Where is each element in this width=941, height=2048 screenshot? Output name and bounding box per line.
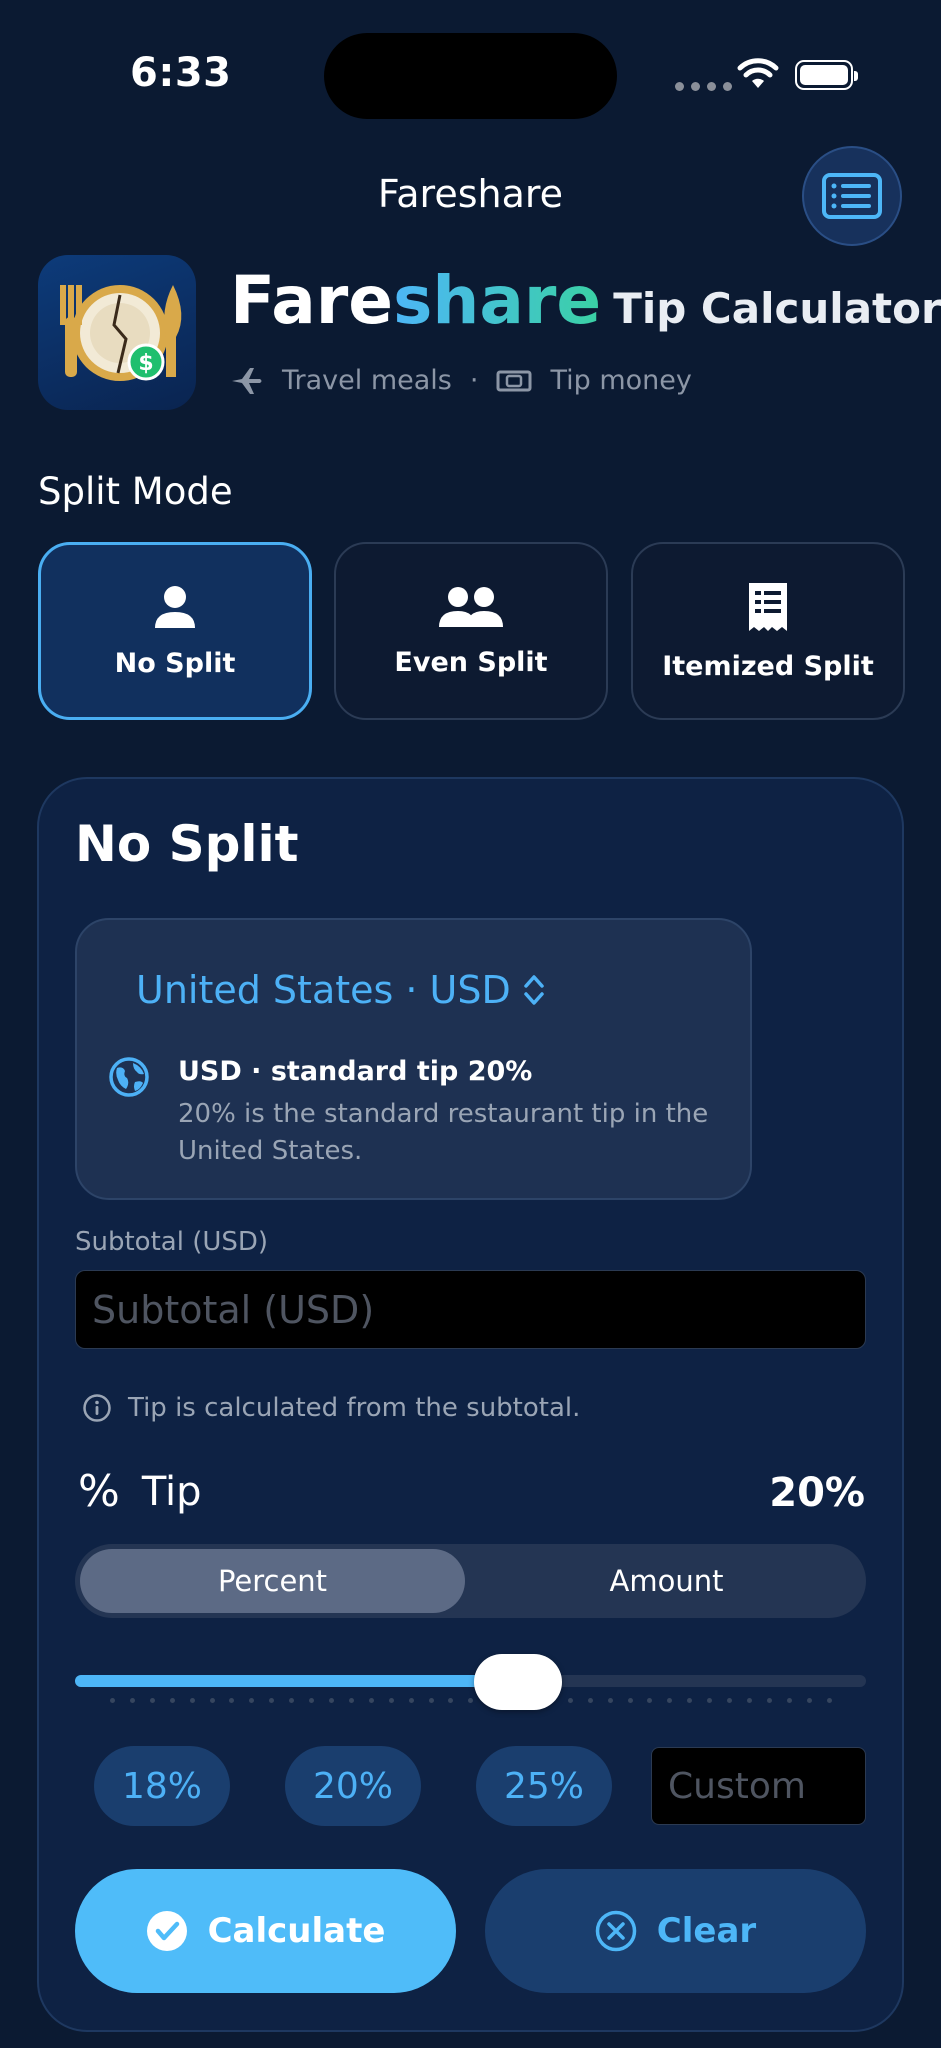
subtotal-label: Subtotal (USD) bbox=[75, 1227, 269, 1257]
tip-slider-fill bbox=[75, 1675, 518, 1687]
plate-icon: $ bbox=[60, 285, 182, 381]
x-circle-icon bbox=[595, 1910, 637, 1952]
slider-tick bbox=[448, 1698, 454, 1703]
receipt-icon bbox=[749, 582, 787, 631]
slider-tick bbox=[707, 1698, 713, 1703]
status-time: 6:33 bbox=[130, 50, 232, 96]
slider-tick bbox=[806, 1698, 812, 1703]
slider-tick bbox=[289, 1698, 295, 1703]
slider-tick bbox=[587, 1698, 593, 1703]
split-mode-label: Split Mode bbox=[38, 470, 233, 513]
tag-separator: · bbox=[469, 365, 479, 396]
tip-header: % Tip bbox=[78, 1466, 202, 1517]
brand-fare: Fare bbox=[230, 262, 394, 339]
slider-tick bbox=[149, 1698, 155, 1703]
preset-20-button[interactable]: 20% bbox=[285, 1746, 421, 1826]
slider-tick bbox=[428, 1698, 434, 1703]
tip-label: Tip bbox=[141, 1468, 202, 1515]
split-mode-label-no-split: No Split bbox=[114, 647, 236, 679]
country-info-title: USD · standard tip 20% bbox=[178, 1056, 533, 1087]
nav-title: Fareshare bbox=[377, 172, 564, 216]
svg-text:$: $ bbox=[138, 351, 153, 376]
cellular-signal-icon bbox=[675, 82, 732, 91]
history-button[interactable] bbox=[802, 146, 902, 246]
country-selector[interactable]: United States · USD bbox=[136, 968, 545, 1012]
dynamic-island bbox=[324, 33, 617, 119]
slider-tick bbox=[388, 1698, 394, 1703]
info-icon bbox=[83, 1394, 111, 1422]
header-tags: Travel meals · Tip money bbox=[230, 365, 692, 396]
calculate-label: Calculate bbox=[207, 1911, 386, 1951]
split-mode-no-split[interactable]: No Split bbox=[38, 542, 312, 720]
subtotal-hint-text: Tip is calculated from the subtotal. bbox=[128, 1393, 581, 1423]
split-mode-itemized-split[interactable]: Itemized Split bbox=[631, 542, 905, 720]
card-title: No Split bbox=[75, 815, 299, 873]
slider-tick bbox=[747, 1698, 752, 1703]
tip-slider-thumb[interactable] bbox=[473, 1654, 562, 1710]
tip-mode-amount[interactable]: Amount bbox=[472, 1549, 861, 1613]
slider-tick bbox=[189, 1698, 195, 1703]
people-icon bbox=[439, 586, 503, 627]
slider-tick bbox=[348, 1698, 354, 1703]
slider-tick bbox=[368, 1698, 374, 1703]
slider-tick bbox=[129, 1698, 135, 1703]
preset-25-button[interactable]: 25% bbox=[476, 1746, 612, 1826]
slider-tick bbox=[169, 1698, 175, 1703]
slider-tick bbox=[229, 1698, 235, 1703]
chevron-up-down-icon bbox=[524, 975, 544, 1005]
slider-tick bbox=[786, 1698, 792, 1703]
subtotal-hint: Tip is calculated from the subtotal. bbox=[82, 1393, 580, 1423]
slider-tick bbox=[567, 1698, 573, 1703]
list-icon bbox=[822, 173, 882, 219]
slider-tick bbox=[826, 1698, 832, 1703]
wifi-icon bbox=[737, 58, 779, 88]
slider-tick bbox=[607, 1698, 613, 1703]
tip-value: 20% bbox=[769, 1470, 865, 1516]
slider-tick bbox=[627, 1698, 633, 1703]
slider-tick bbox=[667, 1698, 673, 1703]
split-mode-label-itemized-split: Itemized Split bbox=[662, 650, 874, 682]
tag-travel-meals: Travel meals bbox=[282, 365, 452, 396]
slider-tick bbox=[269, 1698, 275, 1703]
slider-tick bbox=[408, 1698, 414, 1703]
percent-icon: % bbox=[78, 1466, 120, 1517]
brand-suffix: Tip Calculator bbox=[613, 284, 941, 333]
battery-icon bbox=[795, 60, 858, 90]
globe-icon bbox=[109, 1057, 149, 1097]
person-icon bbox=[155, 585, 195, 628]
split-mode-even-split[interactable]: Even Split bbox=[334, 542, 608, 720]
split-mode-label-even-split: Even Split bbox=[394, 646, 548, 678]
banknote-icon bbox=[496, 370, 532, 391]
slider-tick bbox=[249, 1698, 255, 1703]
brand-title: Fareshare Tip Calculator bbox=[230, 262, 941, 339]
country-selector-label: United States · USD bbox=[136, 968, 511, 1012]
app-logo: $ bbox=[38, 255, 196, 410]
slider-tick bbox=[209, 1698, 215, 1703]
slider-tick bbox=[727, 1698, 733, 1703]
slider-tick bbox=[766, 1698, 772, 1703]
clear-button[interactable]: Clear bbox=[485, 1869, 866, 1993]
tag-tip-money: Tip money bbox=[550, 365, 692, 396]
slider-tick bbox=[328, 1698, 334, 1703]
slider-tick bbox=[309, 1698, 315, 1703]
custom-tip-input[interactable] bbox=[651, 1747, 866, 1825]
clear-label: Clear bbox=[656, 1911, 757, 1951]
slider-tick bbox=[647, 1698, 653, 1703]
subtotal-input[interactable] bbox=[75, 1270, 866, 1349]
brand-share: share bbox=[393, 262, 602, 339]
tip-slider-ticks bbox=[110, 1698, 832, 1703]
country-info-desc: 20% is the standard restaurant tip in th… bbox=[178, 1099, 709, 1166]
slider-tick bbox=[468, 1698, 474, 1703]
airplane-icon bbox=[232, 367, 262, 394]
slider-tick bbox=[687, 1698, 693, 1703]
checkmark-circle-icon bbox=[146, 1911, 187, 1951]
preset-18-button[interactable]: 18% bbox=[94, 1746, 230, 1826]
calculate-button[interactable]: Calculate bbox=[75, 1869, 456, 1993]
slider-tick bbox=[110, 1698, 115, 1703]
tip-mode-percent[interactable]: Percent bbox=[80, 1549, 465, 1613]
